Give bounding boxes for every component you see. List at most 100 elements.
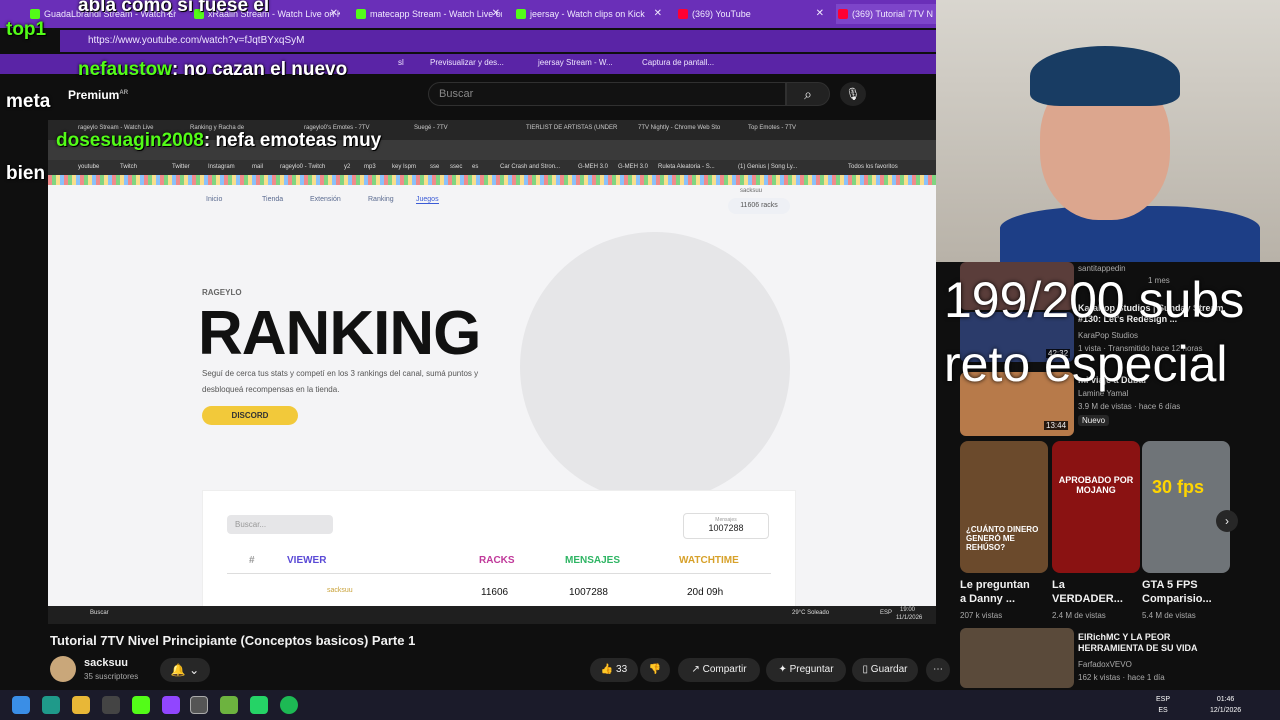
- browser-tab-active[interactable]: (369) Tutorial 7TV N: [836, 4, 936, 24]
- rec-meta: 3.9 M de vistas · hace 6 días: [1078, 402, 1181, 411]
- close-icon[interactable]: ✕: [816, 4, 824, 24]
- thumbs-down-icon: 👎: [648, 664, 662, 675]
- app-icon[interactable]: [190, 696, 208, 714]
- chat-message: meta: [6, 91, 51, 112]
- mascot-background: [520, 232, 790, 502]
- row-racks: 11606: [481, 587, 509, 598]
- kick-icon: [30, 9, 40, 19]
- bookmark[interactable]: Previsualizar y des...: [430, 58, 504, 67]
- page-title: RANKING: [198, 299, 481, 368]
- chat-message: dosesuagin2008: nefa emoteas muy: [56, 130, 382, 151]
- short-title[interactable]: GTA 5 FPS Comparisio...: [1142, 578, 1220, 606]
- youtube-icon: [838, 9, 848, 19]
- obs-icon[interactable]: [102, 696, 120, 714]
- col-rank: #: [249, 555, 255, 566]
- close-icon[interactable]: ✕: [492, 4, 500, 24]
- short-views: 2.4 M de vistas: [1052, 611, 1106, 620]
- inner-tab: Suegé - 7TV: [414, 125, 448, 131]
- folder-icon[interactable]: [72, 696, 90, 714]
- short-title[interactable]: La VERDADER...: [1052, 578, 1130, 606]
- subs-goal-overlay: 199/200 subs reto especial: [944, 272, 1245, 392]
- more-icon[interactable]: ⋯: [926, 658, 950, 682]
- video-player[interactable]: rageylo Stream - Watch Live Ranking y Ra…: [48, 120, 936, 624]
- channel-avatar[interactable]: [50, 656, 76, 682]
- browser-tab[interactable]: matecapp Stream - Watch Live on ✕: [354, 4, 502, 24]
- rec-duration: 13:44: [1044, 421, 1069, 430]
- messages-filter: Mensajes 1007288: [683, 513, 769, 539]
- bell-icon[interactable]: 🔔 ⌄: [160, 658, 210, 682]
- close-icon[interactable]: ✕: [654, 4, 662, 24]
- bookmark[interactable]: Captura de pantall...: [642, 58, 714, 67]
- inner-tab: 7TV Nightly - Chrome Web Sto: [638, 125, 721, 131]
- sparkle-icon: ✦: [778, 664, 787, 675]
- bookmark[interactable]: jeersay Stream - W...: [538, 58, 613, 67]
- row-watchtime: 20d 09h: [687, 587, 724, 598]
- short-thumbnail[interactable]: ¿CUÁNTO DINERO GENERÓ ME REHÚSO?: [960, 441, 1048, 573]
- inner-tab: TIERLIST DE ARTISTAS (UNDER: [526, 125, 618, 131]
- col-racks: RACKS: [479, 555, 515, 566]
- twitch-icon[interactable]: [162, 696, 180, 714]
- bookmark[interactable]: sl: [398, 58, 404, 67]
- short-thumbnail[interactable]: 30 fps: [1142, 441, 1230, 573]
- spotify-icon[interactable]: [280, 696, 298, 714]
- col-mensajes: MENSAJES: [565, 555, 621, 566]
- table-search-input: Buscar...: [227, 515, 333, 534]
- nav-inicio: Inicio: [206, 196, 223, 203]
- inner-bookmarks-bar: youtube Twitch Twitter Instagram mail ra…: [48, 160, 936, 175]
- youtube-icon: [678, 9, 688, 19]
- kick-icon[interactable]: [132, 696, 150, 714]
- ask-button[interactable]: ✦ Preguntar: [766, 658, 846, 682]
- whatsapp-icon[interactable]: [250, 696, 268, 714]
- save-button[interactable]: ▯ Guardar: [852, 658, 918, 682]
- divider: [227, 573, 771, 574]
- windows-start-icon[interactable]: [12, 696, 30, 714]
- site-username: sacksuu: [740, 188, 763, 194]
- dislike-button[interactable]: 👎: [640, 658, 670, 682]
- chevron-right-icon[interactable]: ›: [1216, 510, 1238, 532]
- browser-tab[interactable]: (369) YouTube ✕: [676, 4, 826, 24]
- kick-icon: [516, 9, 526, 19]
- nav-juegos: Juegos: [416, 196, 439, 204]
- taskbar-clock[interactable]: 01:46 12/1/2026: [1210, 694, 1241, 716]
- nav-tienda: Tienda: [262, 196, 284, 203]
- row-mensajes: 1007288: [569, 587, 608, 598]
- edge-icon[interactable]: [42, 696, 60, 714]
- youtube-premium-logo[interactable]: PremiumAR: [68, 88, 128, 102]
- nav-ranking: Ranking: [368, 196, 394, 203]
- webcam-person-bandana: [1030, 46, 1180, 106]
- channel-name[interactable]: sacksuu: [84, 657, 128, 669]
- like-button[interactable]: 👍 33: [590, 658, 638, 682]
- inner-taskbar: Buscar 29°C Soleado ESP 19:00 11/1/2026: [48, 606, 936, 624]
- christmas-lights: [48, 175, 936, 185]
- chat-message: nefaustow: no cazan el nuevo: [78, 59, 348, 80]
- search-input[interactable]: Buscar: [428, 82, 786, 106]
- inner-tab: Top Emotes - 7TV: [748, 125, 797, 131]
- share-icon: ↗: [691, 664, 700, 675]
- share-button[interactable]: ↗ Compartir: [678, 658, 760, 682]
- bookmark-icon: ▯: [862, 664, 869, 675]
- chat-message: abla como si fuese el: [78, 0, 270, 16]
- microphone-icon[interactable]: 🎙: [840, 82, 866, 106]
- page-description: Seguí de cerca tus stats y competí en lo…: [202, 369, 479, 394]
- browser-tab[interactable]: jeersay - Watch clips on Kick ✕: [514, 4, 664, 24]
- col-viewer: VIEWER: [287, 555, 327, 566]
- racks-chip: 11606 racks: [728, 198, 790, 214]
- subscriber-count: 35 suscriptores: [84, 672, 139, 681]
- streamer-label: RAGEYLO: [202, 288, 242, 297]
- short-thumbnail[interactable]: APROBADO POR MOJANG: [1052, 441, 1140, 573]
- search-icon[interactable]: ⌕: [786, 82, 830, 106]
- address-bar[interactable]: https://www.youtube.com/watch?v=fJqtBYxq…: [60, 30, 936, 52]
- rec-thumbnail[interactable]: [960, 628, 1074, 688]
- short-title[interactable]: Le preguntan a Danny ...: [960, 578, 1038, 606]
- close-icon[interactable]: ✕: [330, 4, 338, 24]
- discord-button: DISCORD: [202, 406, 298, 425]
- minecraft-icon[interactable]: [220, 696, 238, 714]
- ranking-table: Buscar... Mensajes 1007288 # VIEWER RACK…: [202, 490, 796, 624]
- rec-channel: FarfadoxVEVO: [1078, 660, 1132, 669]
- video-title: Tutorial 7TV Nivel Principiante (Concept…: [50, 633, 416, 648]
- rec-title[interactable]: ElRichMC Y LA PEOR HERRAMIENTA DE SU VID…: [1078, 632, 1228, 654]
- rec-meta: 162 k vistas · hace 1 día: [1078, 673, 1165, 682]
- language-indicator[interactable]: ESP ES: [1156, 694, 1170, 716]
- new-badge: Nuevo: [1078, 415, 1110, 426]
- short-views: 207 k vistas: [960, 611, 1003, 620]
